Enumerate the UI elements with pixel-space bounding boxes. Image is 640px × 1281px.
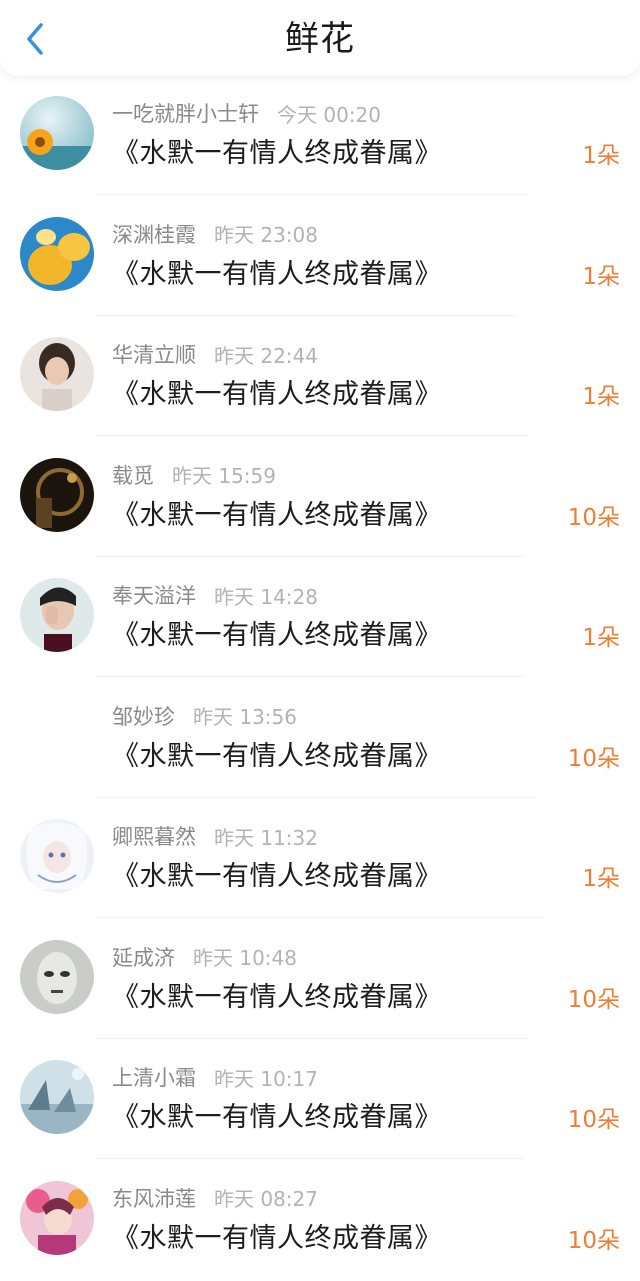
divider <box>96 315 516 316</box>
book-title: 《水默一有情人终成眷属》 <box>112 496 442 536</box>
sender-name: 东风沛莲 <box>112 1183 196 1213</box>
divider <box>96 1038 528 1039</box>
list-item[interactable]: 华清立顺 昨天 22:44 《水默一有情人终成眷属》 1朵 <box>0 317 640 438</box>
avatar[interactable] <box>20 940 94 1014</box>
list-item[interactable]: 上清小霜 昨天 10:17 《水默一有情人终成眷属》 10朵 <box>0 1040 640 1161</box>
book-title: 《水默一有情人终成眷属》 <box>112 978 442 1018</box>
avatar[interactable] <box>20 1181 94 1255</box>
flower-count: 1朵 <box>582 381 620 413</box>
flower-count: 10朵 <box>568 502 620 534</box>
list-item[interactable]: 载觅 昨天 15:59 《水默一有情人终成眷属》 10朵 <box>0 438 640 559</box>
flower-list: 一吃就胖小士轩 今天 00:20 《水默一有情人终成眷属》 1朵 深渊桂霞 昨天… <box>0 76 640 1281</box>
divider <box>96 556 524 557</box>
divider <box>96 194 528 195</box>
flower-count: 10朵 <box>568 1104 620 1136</box>
book-title: 《水默一有情人终成眷属》 <box>112 375 442 415</box>
page-title: 鲜花 <box>0 18 640 60</box>
top-bar: 鲜花 <box>0 0 640 76</box>
avatar[interactable] <box>20 96 94 170</box>
timestamp: 昨天 10:48 <box>193 942 297 971</box>
divider <box>96 917 544 918</box>
sender-name: 邹妙珍 <box>112 701 175 731</box>
flower-count: 10朵 <box>568 984 620 1016</box>
divider <box>96 797 536 798</box>
sender-name: 延成济 <box>112 942 175 972</box>
book-title: 《水默一有情人终成眷属》 <box>112 616 442 656</box>
avatar[interactable] <box>20 217 94 291</box>
timestamp: 昨天 22:44 <box>214 340 318 369</box>
sender-name: 上清小霜 <box>112 1062 196 1092</box>
list-item[interactable]: 深渊桂霞 昨天 23:08 《水默一有情人终成眷属》 1朵 <box>0 197 640 318</box>
avatar[interactable] <box>20 337 94 411</box>
avatar[interactable] <box>20 699 94 773</box>
timestamp: 昨天 13:56 <box>193 701 297 730</box>
list-item[interactable]: 奉天溢洋 昨天 14:28 《水默一有情人终成眷属》 1朵 <box>0 558 640 679</box>
avatar[interactable] <box>20 1060 94 1134</box>
timestamp: 昨天 15:59 <box>172 460 276 489</box>
timestamp: 昨天 10:17 <box>214 1063 318 1092</box>
book-title: 《水默一有情人终成眷属》 <box>112 1219 442 1259</box>
flower-count: 10朵 <box>568 743 620 775</box>
timestamp: 昨天 08:27 <box>214 1183 318 1212</box>
list-item[interactable]: 延成济 昨天 10:48 《水默一有情人终成眷属》 10朵 <box>0 920 640 1041</box>
flower-count: 1朵 <box>582 622 620 654</box>
book-title: 《水默一有情人终成眷属》 <box>112 737 442 777</box>
sender-name: 载觅 <box>112 460 154 490</box>
divider <box>96 435 528 436</box>
sender-name: 华清立顺 <box>112 339 196 369</box>
sender-name: 卿熙暮然 <box>112 821 196 851</box>
list-item[interactable]: 邹妙珍 昨天 13:56 《水默一有情人终成眷属》 10朵 <box>0 679 640 800</box>
sender-name: 一吃就胖小士轩 <box>112 98 259 128</box>
avatar[interactable] <box>20 819 94 893</box>
divider <box>96 1158 524 1159</box>
divider <box>96 676 524 677</box>
book-title: 《水默一有情人终成眷属》 <box>112 857 442 897</box>
book-title: 《水默一有情人终成眷属》 <box>112 134 442 174</box>
timestamp: 昨天 14:28 <box>214 581 318 610</box>
flower-count: 1朵 <box>582 140 620 172</box>
flower-count: 10朵 <box>568 1225 620 1257</box>
avatar[interactable] <box>20 458 94 532</box>
sender-name: 奉天溢洋 <box>112 580 196 610</box>
list-item[interactable]: 东风沛莲 昨天 08:27 《水默一有情人终成眷属》 10朵 <box>0 1161 640 1281</box>
flower-count: 1朵 <box>582 261 620 293</box>
sender-name: 深渊桂霞 <box>112 219 196 249</box>
timestamp: 昨天 23:08 <box>214 219 318 248</box>
list-item[interactable]: 一吃就胖小士轩 今天 00:20 《水默一有情人终成眷属》 1朵 <box>0 76 640 197</box>
book-title: 《水默一有情人终成眷属》 <box>112 255 442 295</box>
flower-count: 1朵 <box>582 863 620 895</box>
timestamp: 昨天 11:32 <box>214 822 318 851</box>
book-title: 《水默一有情人终成眷属》 <box>112 1098 442 1138</box>
list-item[interactable]: 卿熙暮然 昨天 11:32 《水默一有情人终成眷属》 1朵 <box>0 799 640 920</box>
timestamp: 今天 00:20 <box>277 99 381 128</box>
avatar[interactable] <box>20 578 94 652</box>
